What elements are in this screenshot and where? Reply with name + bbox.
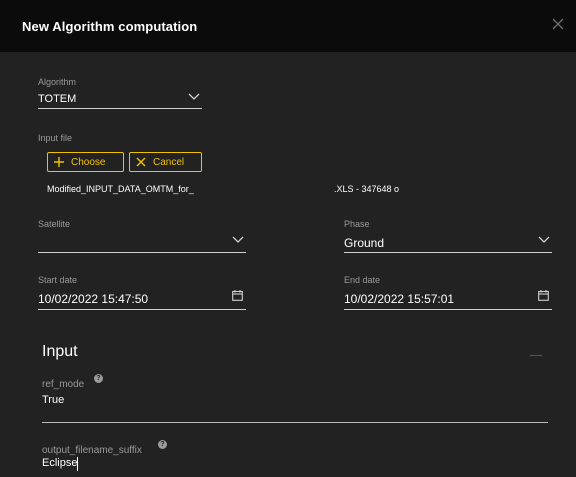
end-date-label: End date	[344, 275, 381, 285]
output-filename-suffix-value: Eclipse	[42, 457, 78, 469]
cancel-button-label: Cancel	[153, 156, 185, 168]
start-date-input[interactable]: 10/02/2022 15:47:50	[38, 286, 246, 310]
collapse-icon[interactable]	[530, 355, 542, 356]
output-filename-suffix-input[interactable]: Eclipse	[42, 456, 548, 476]
start-date-value: 10/02/2022 15:47:50	[38, 292, 149, 306]
start-date-underline	[38, 309, 246, 310]
plus-icon	[54, 157, 64, 167]
ref-mode-input[interactable]: True	[42, 391, 548, 425]
ref-mode-underline	[42, 422, 548, 423]
new-algorithm-dialog: New Algorithm computation Algorithm TOTE…	[0, 0, 576, 477]
chevron-down-icon	[188, 93, 200, 100]
end-date-value: 10/02/2022 15:57:01	[344, 292, 455, 306]
calendar-icon[interactable]	[538, 290, 549, 301]
phase-label: Phase	[344, 219, 370, 229]
dialog-header: New Algorithm computation	[0, 0, 576, 52]
selected-filename: Modified_INPUT_DATA_OMTM_for_	[47, 184, 194, 194]
output-filename-suffix-label: output_filename_suffix	[42, 445, 142, 456]
dialog-title: New Algorithm computation	[22, 19, 198, 34]
chevron-down-icon	[232, 236, 244, 243]
close-icon[interactable]	[549, 15, 567, 33]
satellite-select[interactable]	[38, 230, 246, 254]
end-date-input[interactable]: 10/02/2022 15:57:01	[344, 286, 552, 310]
close-icon	[136, 157, 146, 167]
start-date-label: Start date	[38, 275, 78, 285]
phase-value: Ground	[344, 236, 385, 250]
end-date-underline	[344, 309, 552, 310]
input-section-title: Input	[42, 343, 78, 360]
ref-mode-label: ref_mode	[42, 379, 85, 390]
input-file-label: Input file	[38, 133, 73, 143]
help-icon[interactable]: ?	[158, 440, 167, 449]
choose-button-label: Choose	[71, 156, 106, 168]
cancel-button[interactable]: Cancel	[129, 152, 202, 172]
calendar-icon[interactable]	[232, 290, 243, 301]
phase-select[interactable]: Ground	[344, 230, 552, 254]
algorithm-value: TOTEM	[38, 93, 77, 105]
ref-mode-value: True	[42, 394, 65, 406]
choose-button[interactable]: Choose	[47, 152, 124, 172]
phase-underline	[344, 252, 552, 253]
algorithm-label: Algorithm	[38, 77, 77, 87]
help-icon[interactable]: ?	[94, 374, 103, 383]
chevron-down-icon	[538, 236, 550, 243]
text-cursor	[77, 457, 78, 471]
algorithm-underline	[38, 108, 202, 109]
algorithm-select[interactable]: TOTEM	[38, 88, 202, 110]
selected-file-info: .XLS - 347648 o	[334, 184, 400, 194]
satellite-underline	[38, 252, 246, 253]
satellite-label: Satellite	[38, 219, 71, 229]
